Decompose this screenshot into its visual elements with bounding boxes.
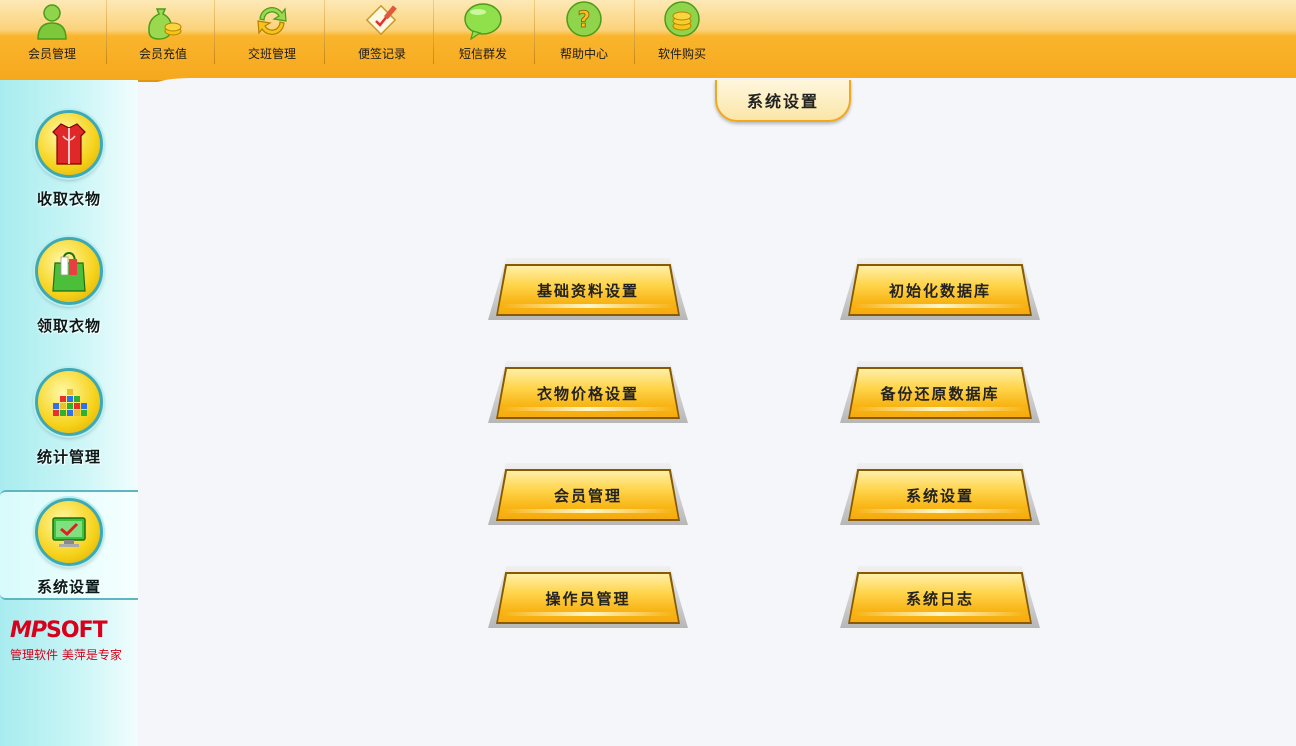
- clothing-price-settings-button[interactable]: 衣物价格设置: [488, 361, 688, 423]
- button-label: 会员管理: [553, 486, 622, 505]
- toolbar-separator: [324, 0, 325, 64]
- sidebar-item-collect-clothes[interactable]: 领取衣物: [0, 235, 138, 345]
- system-log-button[interactable]: 系统日志: [840, 566, 1040, 628]
- sidebar-icon-ring: [35, 110, 103, 178]
- button-label: 初始化数据库: [888, 281, 991, 300]
- toolbar-label: 软件购买: [657, 47, 706, 61]
- toolbar-shift-management[interactable]: 交班管理: [242, 0, 302, 66]
- toolbar-member-management[interactable]: 会员管理: [22, 0, 82, 66]
- button-label: 备份还原数据库: [880, 384, 1000, 403]
- button-label: 操作员管理: [545, 589, 631, 608]
- refresh-arrows-icon: [257, 7, 287, 35]
- garment-icon: [52, 123, 86, 165]
- backup-restore-database-button[interactable]: 备份还原数据库: [840, 361, 1040, 423]
- toolbar-label: 会员管理: [27, 47, 76, 61]
- money-bag-coins-icon: [148, 8, 182, 40]
- sidebar-item-label: 领取衣物: [36, 317, 101, 335]
- sidebar-item-label: 统计管理: [36, 448, 101, 466]
- toolbar-label: 便签记录: [357, 47, 406, 61]
- basic-data-settings-button[interactable]: 基础资料设置: [488, 258, 688, 320]
- active-section-tab: 系统设置: [715, 80, 851, 122]
- toolbar-notes[interactable]: 便签记录: [352, 0, 412, 66]
- coin-stack-icon: [664, 1, 700, 37]
- toolbar-sms-broadcast[interactable]: 短信群发: [453, 0, 513, 66]
- toolbar-label: 帮助中心: [559, 47, 608, 61]
- sidebar-item-system-settings[interactable]: 系统设置: [0, 490, 138, 600]
- operator-management-button[interactable]: 操作员管理: [488, 566, 688, 628]
- toolbar-separator: [634, 0, 635, 64]
- sidebar-icon-ring: [35, 368, 103, 436]
- toolbar-separator: [534, 0, 535, 64]
- button-label: 系统日志: [905, 589, 974, 608]
- toolbar-separator: [214, 0, 215, 64]
- member-management-button[interactable]: 会员管理: [488, 463, 688, 525]
- toolbar-separator: [433, 0, 434, 64]
- left-sidebar: 收取衣物 领取衣物 统计管理 系统设置 MPSOFT 管理软件 美萍是专家: [0, 80, 138, 746]
- logo-tagline: 管理软件 美萍是专家: [10, 648, 122, 662]
- bar-chart-icon: [53, 389, 87, 416]
- speech-bubble-icon: [464, 3, 502, 41]
- logo-brand: MPSOFT: [10, 618, 108, 643]
- button-label: 系统设置: [905, 486, 974, 505]
- sidebar-item-label: 收取衣物: [36, 190, 101, 208]
- note-pencil-icon: [365, 4, 397, 36]
- button-label: 基础资料设置: [536, 281, 639, 300]
- sidebar-icon-ring: [35, 498, 103, 566]
- svg-text:?: ?: [578, 8, 591, 33]
- sidebar-icon-ring: [35, 237, 103, 305]
- sidebar-item-receive-clothes[interactable]: 收取衣物: [0, 108, 138, 218]
- toolbar-member-recharge[interactable]: 会员充值: [133, 0, 193, 66]
- monitor-check-icon: [52, 517, 86, 547]
- sidebar-item-statistics[interactable]: 统计管理: [0, 366, 138, 476]
- active-tab-label: 系统设置: [746, 92, 819, 111]
- toolbar-label: 会员充值: [138, 47, 187, 61]
- toolbar-label: 交班管理: [247, 47, 296, 61]
- toolbar-separator: [106, 0, 107, 64]
- button-label: 衣物价格设置: [536, 384, 639, 403]
- help-question-icon: ?: [566, 1, 602, 37]
- sidebar-item-label: 系统设置: [36, 578, 101, 596]
- initialize-database-button[interactable]: 初始化数据库: [840, 258, 1040, 320]
- shopping-bag-icon: [52, 251, 86, 292]
- member-person-icon: [37, 4, 67, 40]
- toolbar-label: 短信群发: [458, 47, 507, 61]
- toolbar-buy-software[interactable]: 软件购买: [652, 0, 712, 66]
- top-toolbar: 会员管理 会员充值 交班管理 便签记录 短信群发 ? 帮助中心 软件购买: [0, 0, 1296, 82]
- company-logo: MPSOFT 管理软件 美萍是专家: [10, 618, 130, 663]
- system-settings-button[interactable]: 系统设置: [840, 463, 1040, 525]
- toolbar-help-center[interactable]: ? 帮助中心: [554, 0, 614, 66]
